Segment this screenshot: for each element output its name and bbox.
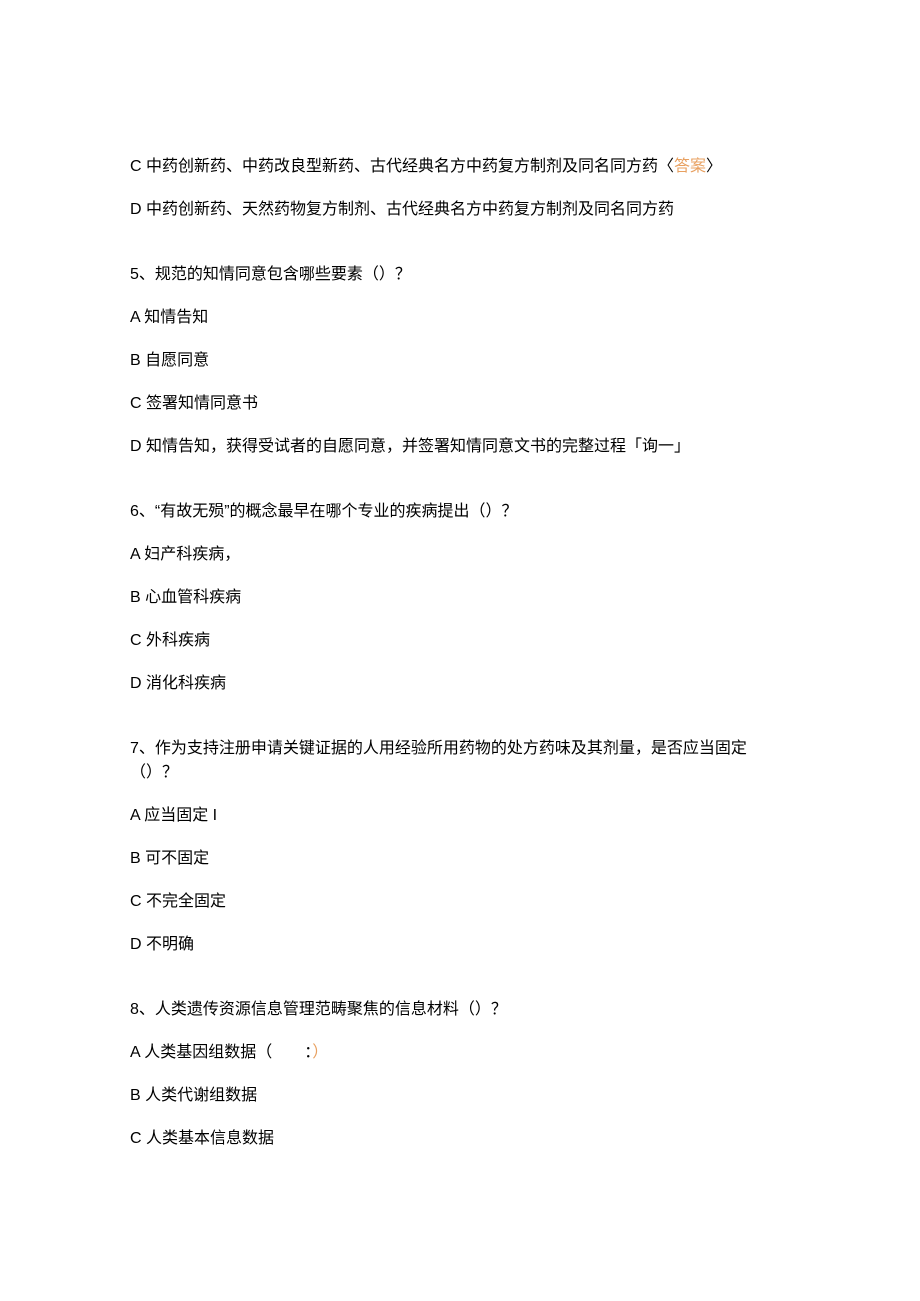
q6-option-b: B 心血管科疾病: [130, 586, 790, 610]
q5-option-d: D 知情告知，获得受试者的自愿同意，并签署知情同意文书的完整过程「询一」: [130, 435, 790, 459]
q7-option-a: A 应当固定 I: [130, 804, 790, 828]
q6-stem: 6、“有故无殒”的概念最早在哪个专业的疾病提出（）？: [130, 500, 790, 524]
q5-stem: 5、规范的知情同意包含哪些要素（）？: [130, 263, 790, 287]
q7-option-d: D 不明确: [130, 933, 790, 957]
q5-option-b: B 自愿同意: [130, 349, 790, 373]
q7-option-b: B 可不固定: [130, 847, 790, 871]
q8-stem: 8、人类遗传资源信息管理范畴聚焦的信息材料（）？: [130, 998, 790, 1022]
q4-option-c-prefix: C 中药创新药、中药改良型新药、古代经典名方中药复方制剂及同名同方药〈: [130, 158, 674, 175]
answer-marker: 答案: [674, 158, 706, 175]
q4-option-c: C 中药创新药、中药改良型新药、古代经典名方中药复方制剂及同名同方药〈答案〉: [130, 155, 790, 179]
q8-option-c: C 人类基本信息数据: [130, 1127, 790, 1151]
q7-stem: 7、作为支持注册申请关键证据的人用经验所用药物的处方药味及其剂量，是否应当固定（…: [130, 737, 790, 785]
q7-option-c: C 不完全固定: [130, 890, 790, 914]
q6-option-d: D 消化科疾病: [130, 672, 790, 696]
q5-option-a: A 知情告知: [130, 306, 790, 330]
q8-option-a: A 人类基因组数据（ ：）: [130, 1041, 790, 1065]
q8-option-a-paren: ）: [312, 1044, 328, 1061]
q6-option-a: A 妇产科疾病，: [130, 543, 790, 567]
q6-option-c: C 外科疾病: [130, 629, 790, 653]
q4-option-c-suffix: 〉: [706, 158, 722, 175]
q5-option-c: C 签署知情同意书: [130, 392, 790, 416]
q4-option-d: D 中药创新药、天然药物复方制剂、古代经典名方中药复方制剂及同名同方药: [130, 198, 790, 222]
q8-option-b: B 人类代谢组数据: [130, 1084, 790, 1108]
q8-option-a-prefix: A 人类基因组数据（ ：: [130, 1044, 312, 1061]
